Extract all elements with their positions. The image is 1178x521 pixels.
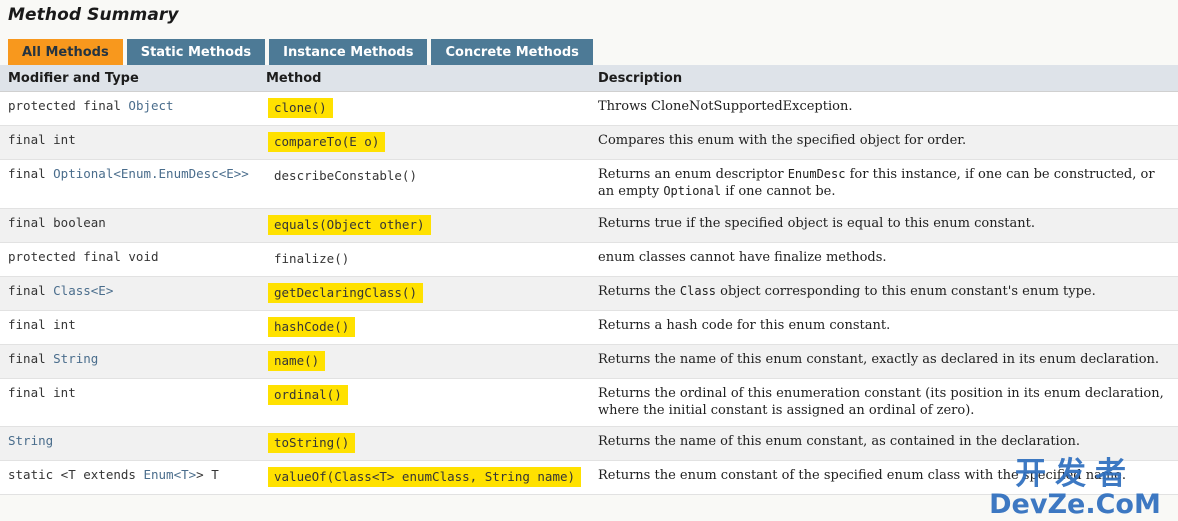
cell-description: Returns the name of this enum constant, … <box>590 344 1178 379</box>
column-header-method: Method <box>258 65 590 92</box>
tab-all-methods[interactable]: All Methods <box>8 39 123 65</box>
cell-modifier-and-type: protected final void <box>0 242 258 277</box>
page-title: Method Summary <box>8 5 179 25</box>
method-summary-page: Method Summary All Methods Static Methods… <box>0 0 1178 521</box>
cell-modifier-and-type: protected final Object <box>0 91 258 126</box>
table-row: final String name() Returns the name of th… <box>0 344 1178 379</box>
method-summary-table: Modifier and Type Method Description pro… <box>0 65 1178 496</box>
table-row: final int ordinal() Returns the ordinal of… <box>0 378 1178 428</box>
method-link[interactable]: finalize() <box>268 249 355 269</box>
cell-method[interactable]: name() <box>258 344 590 379</box>
cell-modifier-and-type: final String <box>0 344 258 379</box>
cell-method[interactable]: finalize() <box>258 242 590 277</box>
cell-method[interactable]: valueOf(Class<T> enumClass, String name) <box>258 460 590 496</box>
cell-method[interactable]: getDeclaringClass() <box>258 276 590 311</box>
cell-modifier-and-type: static <T extends Enum<T>> T <box>0 460 258 496</box>
table-row: protected final void finalize() enum class… <box>0 242 1178 277</box>
table-header-row: Modifier and Type Method Description <box>0 65 1178 92</box>
table-row: final Optional<Enum.EnumDesc<E>> describe… <box>0 159 1178 209</box>
cell-method[interactable]: equals(Object other) <box>258 208 590 243</box>
table-row: final int hashCode() Returns a hash code f… <box>0 310 1178 345</box>
cell-modifier-and-type: final int <box>0 125 258 160</box>
table-row: String toString() Returns the name of this… <box>0 426 1178 462</box>
cell-modifier-and-type: String <box>0 426 258 462</box>
cell-description: Compares this enum with the specified ob… <box>590 125 1178 160</box>
method-link[interactable]: name() <box>268 350 326 371</box>
cell-method[interactable]: hashCode() <box>258 310 590 345</box>
cell-method[interactable]: compareTo(E o) <box>258 125 590 160</box>
tab-static-methods[interactable]: Static Methods <box>126 39 266 65</box>
method-link[interactable]: clone() <box>268 98 333 118</box>
cell-description: Returns an enum descriptor EnumDesc for … <box>590 159 1178 209</box>
method-link[interactable]: hashCode() <box>268 316 356 337</box>
cell-description: Returns a hash code for this enum consta… <box>590 310 1178 345</box>
method-link[interactable]: equals(Object other) <box>268 214 431 235</box>
cell-method[interactable]: toString() <box>258 426 590 462</box>
cell-description: Returns the name of this enum constant, … <box>590 426 1178 462</box>
tab-concrete-methods[interactable]: Concrete Methods <box>431 39 593 65</box>
method-filter-tabs: All Methods Static Methods Instance Method… <box>8 39 1178 65</box>
method-link[interactable]: compareTo(E o) <box>268 132 386 152</box>
cell-description: Throws CloneNotSupportedException. <box>590 91 1178 126</box>
cell-method[interactable]: describeConstable() <box>258 159 590 209</box>
column-header-modifier: Modifier and Type <box>0 65 258 92</box>
cell-modifier-and-type: final Optional<Enum.EnumDesc<E>> <box>0 159 258 209</box>
table-row: final Class<E> getDeclaringClass() Returns… <box>0 276 1178 311</box>
table-row: final boolean equals(Object other) Returns… <box>0 208 1178 243</box>
tab-instance-methods[interactable]: Instance Methods <box>269 39 428 65</box>
table-row: static <T extends Enum<T>> T valueOf(Clas… <box>0 460 1178 496</box>
method-link[interactable]: valueOf(Class<T> enumClass, String name) <box>268 467 582 488</box>
cell-description: Returns the enum constant of the specifi… <box>590 460 1178 496</box>
method-link[interactable]: getDeclaringClass() <box>268 282 423 303</box>
cell-description: enum classes cannot have finalize method… <box>590 242 1178 277</box>
cell-description: Returns true if the specified object is … <box>590 208 1178 243</box>
cell-method[interactable]: ordinal() <box>258 378 590 428</box>
cell-modifier-and-type: final int <box>0 378 258 428</box>
table-row: protected final Object clone() Throws Clon… <box>0 91 1178 126</box>
column-header-description: Description <box>590 65 1178 92</box>
cell-description: Returns the Class object corresponding t… <box>590 276 1178 311</box>
cell-method[interactable]: clone() <box>258 91 590 126</box>
cell-description: Returns the ordinal of this enumeration … <box>590 378 1178 428</box>
table-row: final int compareTo(E o) Compares this enu… <box>0 125 1178 160</box>
method-link[interactable]: toString() <box>268 433 356 454</box>
cell-modifier-and-type: final int <box>0 310 258 345</box>
table-body: protected final Object clone() Throws Clon… <box>0 91 1178 496</box>
cell-modifier-and-type: final boolean <box>0 208 258 243</box>
table-header: Modifier and Type Method Description <box>0 65 1178 92</box>
method-link[interactable]: ordinal() <box>268 384 348 405</box>
method-link[interactable]: describeConstable() <box>268 166 423 186</box>
cell-modifier-and-type: final Class<E> <box>0 276 258 311</box>
